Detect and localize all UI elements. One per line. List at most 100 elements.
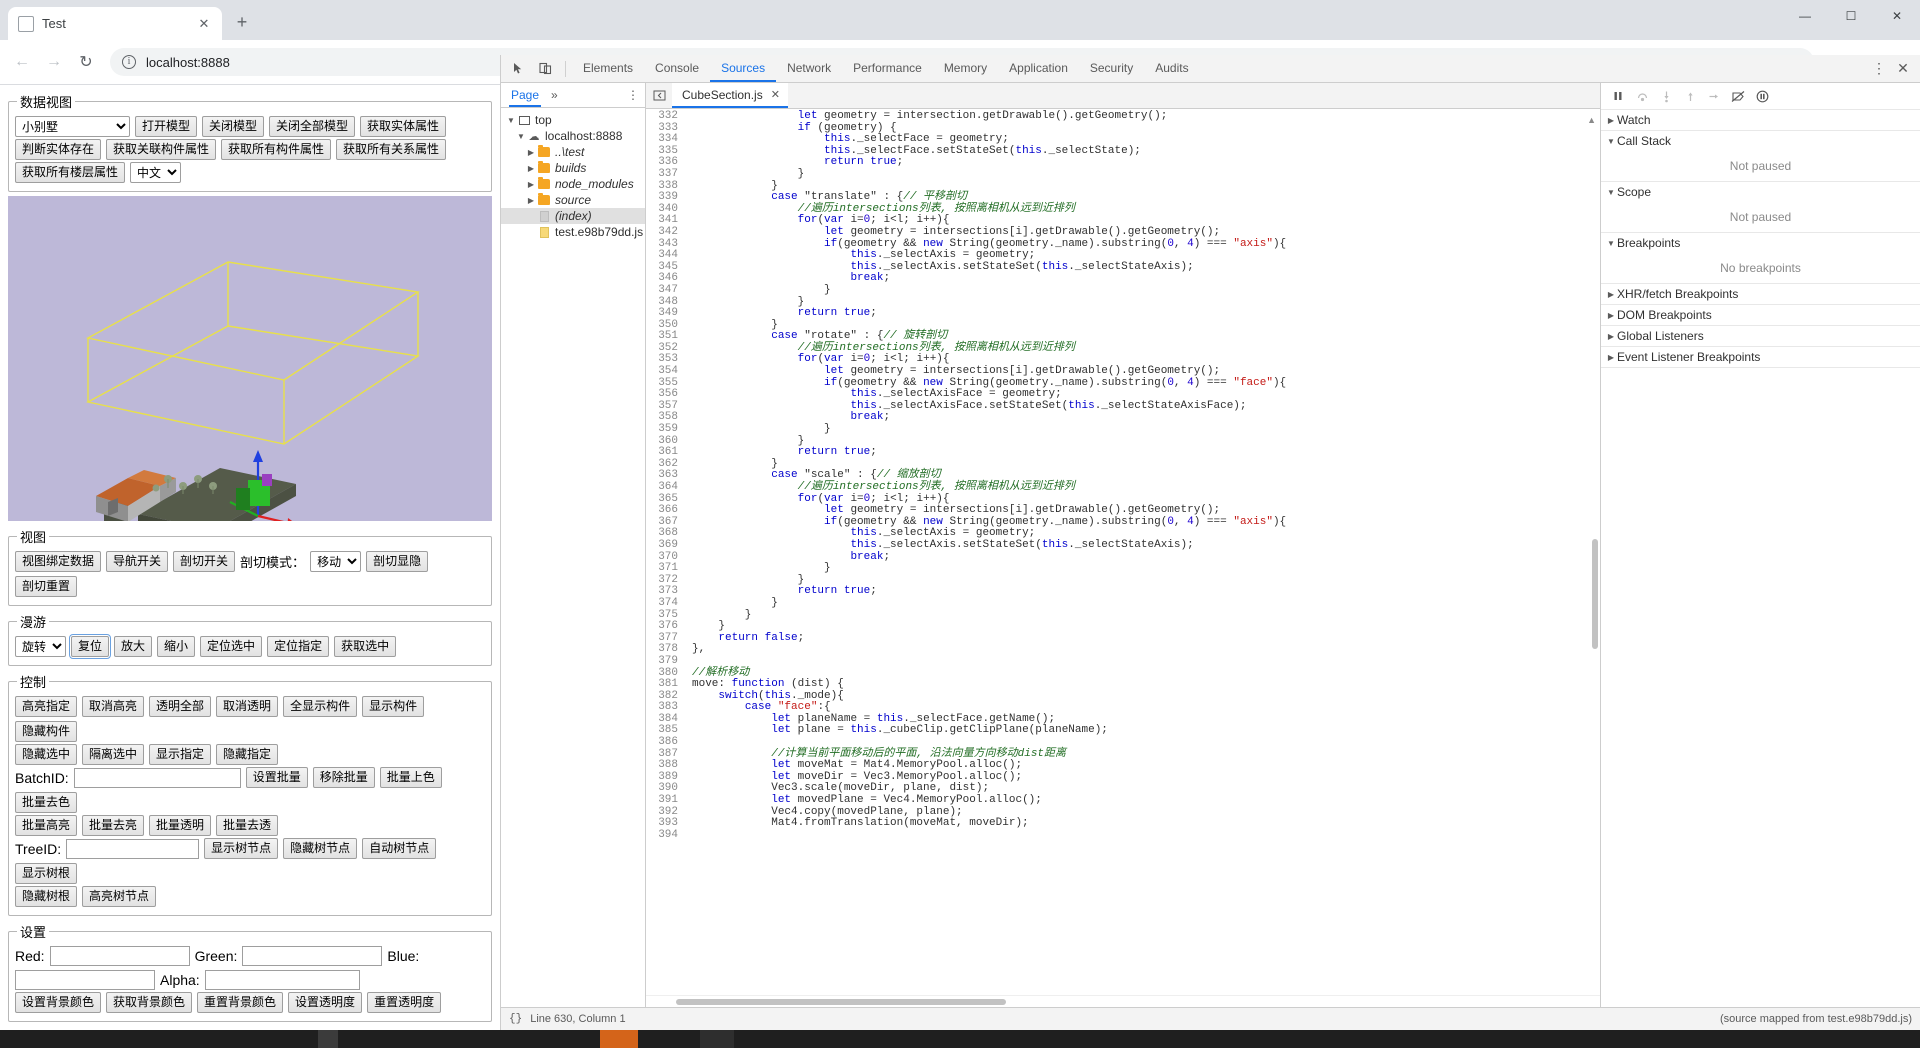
close-all-models-button[interactable]: 关闭全部模型 [269, 116, 355, 137]
language-select[interactable]: 中文 [130, 162, 181, 183]
disclosure-triangle-icon[interactable]: ▼ [1605, 239, 1617, 248]
cancel-highlight-button[interactable]: 取消高亮 [82, 696, 144, 717]
taskbar-item[interactable] [600, 1030, 638, 1048]
disclosure-triangle-icon[interactable]: ▶ [1605, 290, 1617, 299]
line-number[interactable]: 344 [646, 250, 678, 262]
line-number[interactable]: 364 [646, 482, 678, 494]
clip-mode-select[interactable]: 移动 [310, 551, 361, 572]
line-number[interactable]: 371 [646, 563, 678, 575]
line-number[interactable]: 391 [646, 795, 678, 807]
navigation-toggle-button[interactable]: 导航开关 [106, 551, 168, 572]
line-number[interactable]: 374 [646, 598, 678, 610]
alpha-input[interactable] [205, 970, 360, 990]
pause-on-exceptions-icon[interactable] [1751, 83, 1773, 109]
line-number[interactable]: 339 [646, 192, 678, 204]
disclosure-triangle-icon[interactable]: ▶ [1605, 311, 1617, 320]
code-vertical-scrollbar[interactable] [1591, 109, 1599, 995]
navigator-tab-page[interactable]: Page [509, 83, 541, 107]
line-number[interactable]: 337 [646, 169, 678, 181]
get-entity-props-button[interactable]: 获取实体属性 [360, 116, 446, 137]
line-number[interactable]: 379 [646, 656, 678, 668]
tree-node[interactable]: ▼top [501, 112, 645, 128]
deactivate-breakpoints-icon[interactable] [1727, 83, 1749, 109]
clip-reset-button[interactable]: 剖切重置 [15, 576, 77, 597]
show-specified-button[interactable]: 显示指定 [149, 744, 211, 765]
set-batch-button[interactable]: 设置批量 [246, 767, 308, 788]
batch-color-button[interactable]: 批量上色 [380, 767, 442, 788]
reset-opacity-button[interactable]: 重置透明度 [367, 992, 441, 1013]
forward-icon[interactable]: → [40, 48, 68, 76]
batch-decolor-button[interactable]: 批量去色 [15, 792, 77, 813]
show-tree-root-button[interactable]: 显示树根 [15, 863, 77, 884]
clip-toggle-button[interactable]: 剖切开关 [173, 551, 235, 572]
close-model-button[interactable]: 关闭模型 [202, 116, 264, 137]
set-opacity-button[interactable]: 设置透明度 [288, 992, 362, 1013]
batchid-input[interactable] [74, 768, 241, 788]
step-over-icon[interactable] [1631, 83, 1653, 109]
pretty-print-icon[interactable]: {} [509, 1013, 522, 1025]
step-out-icon[interactable] [1679, 83, 1701, 109]
code-area[interactable]: 3323333343353363373383393403413423433443… [646, 109, 1600, 995]
batch-transparent-button[interactable]: 批量透明 [149, 815, 211, 836]
treeid-input[interactable] [66, 839, 199, 859]
tab-sources[interactable]: Sources [710, 55, 776, 82]
tree-twisty-icon[interactable]: ▶ [525, 180, 537, 189]
reload-icon[interactable]: ↻ [72, 48, 100, 76]
model-select[interactable]: 小别墅 [15, 116, 130, 137]
device-toolbar-icon[interactable] [532, 56, 559, 82]
tree-node[interactable]: ▶..\test [501, 144, 645, 160]
reset-button[interactable]: 复位 [71, 636, 109, 657]
tree-node[interactable]: ▶builds [501, 160, 645, 176]
get-selected-button[interactable]: 获取选中 [334, 636, 396, 657]
browser-tab[interactable]: Test ✕ [8, 7, 222, 40]
pause-resume-icon[interactable] [1607, 83, 1629, 109]
tree-node[interactable]: (index) [501, 208, 645, 224]
code-content[interactable]: let geometry = intersection.getDrawable(… [684, 109, 1600, 995]
zoom-out-button[interactable]: 缩小 [157, 636, 195, 657]
navigator-menu-icon[interactable]: ⋮ [627, 88, 639, 102]
get-all-component-props-button[interactable]: 获取所有构件属性 [221, 139, 331, 160]
debugger-section-header[interactable]: ▶Event Listener Breakpoints [1601, 347, 1920, 367]
hide-selected-button[interactable]: 隐藏选中 [15, 744, 77, 765]
show-navigator-icon[interactable] [646, 83, 672, 108]
show-tree-node-button[interactable]: 显示树节点 [204, 838, 278, 859]
zoom-in-button[interactable]: 放大 [114, 636, 152, 657]
taskbar-item[interactable] [318, 1030, 338, 1048]
back-icon[interactable]: ← [8, 48, 36, 76]
tree-node[interactable]: ▶node_modules [501, 176, 645, 192]
tab-security[interactable]: Security [1079, 55, 1144, 82]
line-number[interactable]: 394 [646, 830, 678, 842]
minimize-icon[interactable]: — [1782, 0, 1828, 32]
editor-file-tab[interactable]: CubeSection.js ✕ [672, 83, 788, 108]
clip-visibility-button[interactable]: 剖切显隐 [366, 551, 428, 572]
highlight-specified-button[interactable]: 高亮指定 [15, 696, 77, 717]
tab-audits[interactable]: Audits [1144, 55, 1199, 82]
line-number[interactable]: 359 [646, 424, 678, 436]
check-entity-exists-button[interactable]: 判断实体存在 [15, 139, 101, 160]
devtools-close-icon[interactable]: ✕ [1892, 56, 1914, 82]
transparent-all-button[interactable]: 透明全部 [149, 696, 211, 717]
devtools-menu-icon[interactable]: ⋮ [1868, 56, 1890, 82]
debugger-section-header[interactable]: ▶Watch [1601, 110, 1920, 130]
line-number[interactable]: 349 [646, 308, 678, 320]
debugger-section-header[interactable]: ▼Breakpoints [1601, 233, 1920, 253]
tab-performance[interactable]: Performance [842, 55, 933, 82]
get-related-component-props-button[interactable]: 获取关联构件属性 [106, 139, 216, 160]
code-horizontal-scrollbar[interactable] [646, 995, 1600, 1007]
show-component-button[interactable]: 显示构件 [362, 696, 424, 717]
step-into-icon[interactable] [1655, 83, 1677, 109]
tab-network[interactable]: Network [776, 55, 842, 82]
tree-node[interactable]: ▶source [501, 192, 645, 208]
locate-specified-button[interactable]: 定位指定 [267, 636, 329, 657]
debugger-section-header[interactable]: ▼Call Stack [1601, 131, 1920, 151]
set-background-color-button[interactable]: 设置背景颜色 [15, 992, 101, 1013]
tree-node[interactable]: test.e98b79dd.js [501, 224, 645, 240]
line-number[interactable]: 386 [646, 737, 678, 749]
hide-component-button[interactable]: 隐藏构件 [15, 721, 77, 742]
debugger-section-header[interactable]: ▼Scope [1601, 182, 1920, 202]
red-input[interactable] [50, 946, 190, 966]
disclosure-triangle-icon[interactable]: ▶ [1605, 116, 1617, 125]
auto-tree-node-button[interactable]: 自动树节点 [362, 838, 436, 859]
batch-highlight-button[interactable]: 批量高亮 [15, 815, 77, 836]
line-number[interactable]: 342 [646, 227, 678, 239]
